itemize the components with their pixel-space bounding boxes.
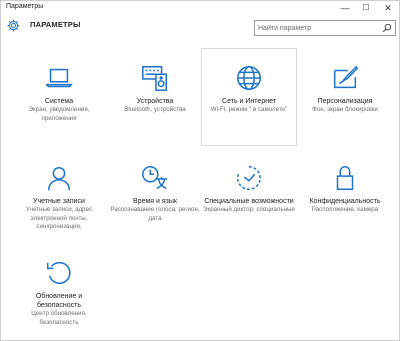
tile-label: Персонализация xyxy=(317,98,373,105)
settings-window: Параметры — ☐ ✕ ПАРАМЕТРЫ Найти параметр… xyxy=(0,0,400,341)
tile-label: Время и язык xyxy=(133,198,177,205)
tile-system[interactable]: Система Экран, уведомления, приложения xyxy=(11,63,107,159)
tile-label: Обновление и безопасность xyxy=(35,293,83,309)
window-title: Параметры xyxy=(6,3,44,10)
devices-icon xyxy=(142,66,167,91)
tile-label: Учетные записи xyxy=(33,198,85,205)
tile-description: Распознавание голоса, регион, дата xyxy=(110,206,200,222)
tile-description: Расположение, камера xyxy=(311,206,379,213)
tile-description: Учетные записи, адрес электронной почты,… xyxy=(25,206,93,230)
tile-description: Bluetooth, устройства xyxy=(124,106,186,113)
tile-label: Система xyxy=(44,98,74,105)
search-icon[interactable] xyxy=(382,23,392,33)
app-header: ПАРАМЕТРЫ xyxy=(1,15,399,37)
tile-description: Экран, уведомления, приложения xyxy=(28,106,90,122)
laptop-icon xyxy=(45,68,73,88)
search-input[interactable] xyxy=(258,22,376,34)
tile-privacy[interactable]: Конфиденциальность Расположение, камера xyxy=(297,163,393,259)
close-button[interactable]: ✕ xyxy=(377,1,399,15)
tile-description: Фон, экран блокировки xyxy=(312,106,378,113)
tile-label: Сеть и Интернет xyxy=(222,98,276,105)
tile-accounts[interactable]: Учетные записи Учетные записи, адрес эле… xyxy=(11,163,107,259)
gear-icon xyxy=(7,19,20,32)
tile-personalization[interactable]: Персонализация Фон, экран блокировки xyxy=(297,63,393,159)
user-icon xyxy=(47,166,71,191)
title-bar: Параметры — ☐ ✕ xyxy=(1,1,399,15)
tile-label: Специальные возможности xyxy=(204,198,294,205)
update-icon xyxy=(47,261,71,284)
tile-description: Wi-Fi, режим " в самолете" xyxy=(210,106,288,113)
tile-devices[interactable]: Устройства Bluetooth, устройства xyxy=(107,63,203,159)
tile-description: Центр обновления, безопасность xyxy=(31,310,87,326)
tile-network[interactable]: Сеть и Интернет Wi-Fi, режим " в самолет… xyxy=(201,48,297,146)
maximize-button[interactable]: ☐ xyxy=(355,1,377,15)
time-language-icon xyxy=(142,166,168,189)
minimize-button[interactable]: — xyxy=(334,1,356,15)
tile-time-language[interactable]: Время и язык Распознавание голоса, регио… xyxy=(107,163,203,259)
paint-icon xyxy=(333,65,359,89)
globe-icon xyxy=(237,66,261,90)
lock-icon xyxy=(336,166,354,190)
ease-of-access-icon xyxy=(236,166,261,190)
page-title: ПАРАМЕТРЫ xyxy=(30,20,81,29)
tile-label: Устройства xyxy=(136,98,174,105)
tile-description: Экранный диктор, специальные xyxy=(203,206,295,213)
search-box[interactable] xyxy=(254,20,396,36)
tile-ease-of-access[interactable]: Специальные возможности Экранный диктор,… xyxy=(201,163,297,259)
tile-update-security[interactable]: Обновление и безопасность Центр обновлен… xyxy=(11,258,107,340)
tile-label: Конфиденциальность xyxy=(309,198,381,205)
